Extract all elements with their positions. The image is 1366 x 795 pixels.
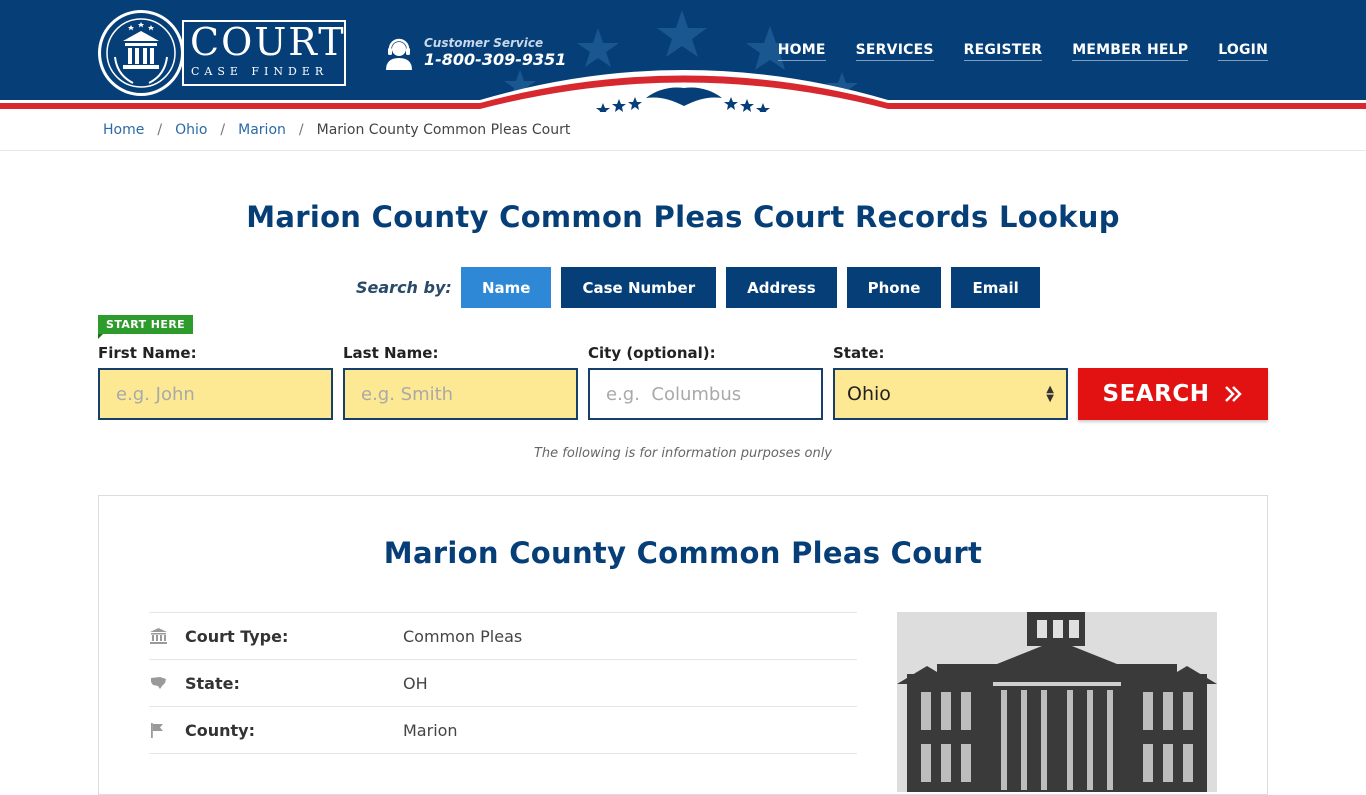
breadcrumb-separator: /	[157, 122, 163, 138]
courthouse-photo	[897, 612, 1217, 792]
nav-services[interactable]: SERVICES	[855, 42, 934, 61]
court-info-card: Marion County Common Pleas Court Court T…	[98, 495, 1268, 795]
select-arrows-icon: ▲ ▼	[1046, 384, 1054, 404]
double-chevron-right-icon	[1225, 386, 1243, 402]
main-nav: HOME SERVICES REGISTER MEMBER HELP LOGIN	[777, 42, 1268, 61]
breadcrumb-current: Marion County Common Pleas Court	[316, 122, 571, 138]
breadcrumb-home[interactable]: Home	[103, 122, 144, 138]
courthouse-icon	[149, 628, 185, 644]
last-name-field[interactable]	[343, 368, 578, 420]
first-name-field[interactable]	[98, 368, 333, 420]
table-row: State: OH	[149, 659, 857, 706]
state-select[interactable]: Ohio ▲ ▼	[833, 368, 1068, 420]
search-button[interactable]: SEARCH	[1078, 368, 1268, 420]
breadcrumb-separator: /	[298, 122, 304, 138]
county-value: Marion	[403, 720, 458, 740]
search-button-label: SEARCH	[1102, 381, 1210, 407]
state-select-value: Ohio	[847, 383, 891, 405]
logo-text-court: COURT	[190, 20, 346, 64]
start-here-badge: START HERE	[98, 315, 194, 339]
breadcrumb-marion[interactable]: Marion	[238, 122, 286, 138]
site-logo[interactable]: COURT CASE FINDER	[98, 10, 348, 96]
tab-case-number[interactable]: Case Number	[561, 267, 717, 308]
courthouse-seal-icon	[98, 10, 184, 96]
tab-phone[interactable]: Phone	[846, 267, 942, 308]
state-label: State:	[833, 344, 885, 362]
breadcrumb-separator: /	[220, 122, 226, 138]
first-name-label: First Name:	[98, 344, 197, 362]
info-note: The following is for information purpose…	[533, 446, 833, 461]
county-label: County:	[185, 720, 255, 740]
tab-email[interactable]: Email	[951, 267, 1040, 308]
tab-name[interactable]: Name	[461, 267, 552, 308]
headset-icon	[386, 38, 412, 70]
search-tabs: Name Case Number Address Phone Email	[461, 267, 1040, 308]
breadcrumb-ohio[interactable]: Ohio	[175, 122, 207, 138]
site-header: COURT CASE FINDER Customer Service 1-800…	[0, 0, 1366, 112]
customer-service-phone[interactable]: 1-800-309-9351	[424, 50, 566, 69]
search-by-label: Search by:	[356, 278, 452, 297]
flag-icon	[149, 722, 185, 738]
breadcrumb: Home / Ohio / Marion / Marion County Com…	[103, 122, 570, 138]
court-title: Marion County Common Pleas Court	[383, 536, 983, 570]
city-label: City (optional):	[588, 344, 716, 362]
table-row: Court Type: Common Pleas	[149, 612, 857, 659]
last-name-input[interactable]	[361, 383, 560, 405]
state-detail-label: State:	[185, 673, 240, 693]
state-detail-value: OH	[403, 673, 428, 693]
court-details-table: Court Type: Common Pleas State: OH Count…	[149, 612, 857, 754]
customer-service[interactable]: Customer Service 1-800-309-9351	[384, 36, 566, 76]
tab-address[interactable]: Address	[726, 267, 837, 308]
customer-service-label: Customer Service	[424, 36, 544, 50]
first-name-input[interactable]	[116, 383, 315, 405]
court-type-label: Court Type:	[185, 626, 289, 646]
nav-home[interactable]: HOME	[777, 42, 826, 61]
logo-text-case-finder: CASE FINDER	[191, 65, 329, 78]
page-title: Marion County Common Pleas Court Records…	[246, 200, 1120, 234]
nav-register[interactable]: REGISTER	[963, 42, 1043, 61]
last-name-label: Last Name:	[343, 344, 439, 362]
table-row-divider	[149, 753, 857, 754]
city-field[interactable]	[588, 368, 823, 420]
us-map-icon	[149, 676, 185, 690]
nav-login[interactable]: LOGIN	[1218, 42, 1268, 61]
breadcrumb-divider	[0, 150, 1366, 151]
court-type-value: Common Pleas	[403, 626, 523, 646]
city-input[interactable]	[606, 383, 805, 405]
nav-member-help[interactable]: MEMBER HELP	[1072, 42, 1189, 61]
table-row: County: Marion	[149, 706, 857, 753]
